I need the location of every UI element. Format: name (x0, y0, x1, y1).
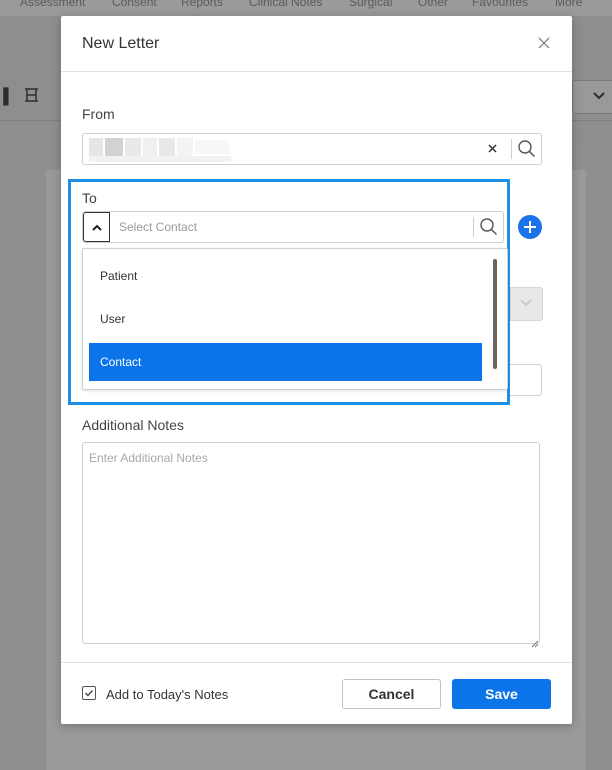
close-icon[interactable] (538, 34, 550, 52)
option-patient[interactable]: Patient (89, 257, 482, 295)
divider (511, 139, 512, 159)
background-select (572, 80, 612, 114)
chevron-down-icon (593, 87, 605, 103)
nav-item-reports: Reports (181, 0, 224, 9)
search-icon[interactable] (517, 139, 539, 159)
hidden-select-field[interactable] (510, 287, 543, 321)
additional-notes-textarea[interactable] (82, 442, 540, 644)
nav-item-other: Other (418, 0, 449, 9)
list-icon: ▐ (0, 88, 9, 105)
option-label: User (100, 312, 126, 326)
chevron-up-icon[interactable] (83, 212, 110, 242)
from-label: From (82, 106, 115, 122)
resize-grip-icon[interactable] (531, 635, 539, 648)
add-contact-button[interactable] (518, 215, 542, 239)
page-break-icon (24, 88, 39, 106)
dropdown-scrollbar[interactable] (493, 259, 497, 369)
background-nav-bar: Assessment Consent Reports Clinical Note… (0, 0, 612, 16)
contact-type-dropdown: Patient User Contact (82, 248, 508, 390)
clear-icon[interactable] (488, 140, 497, 156)
cancel-button[interactable]: Cancel (342, 679, 441, 709)
dialog-title: New Letter (82, 35, 160, 52)
search-icon[interactable] (479, 217, 501, 237)
dialog-footer: Add to Today's Notes Cancel Save (61, 662, 572, 725)
hidden-text-field[interactable] (510, 364, 542, 396)
option-label: Contact (100, 355, 142, 369)
save-button[interactable]: Save (452, 679, 551, 709)
chevron-down-icon (520, 296, 532, 310)
dialog-header: New Letter (61, 16, 572, 72)
checkbox-label: Add to Today's Notes (106, 687, 229, 702)
redacted-value (89, 138, 234, 162)
add-to-notes-checkbox[interactable] (82, 686, 96, 700)
from-field[interactable] (82, 133, 542, 165)
to-label: To (82, 190, 97, 206)
nav-item-consent: Consent (112, 0, 157, 9)
option-label: Patient (100, 269, 138, 283)
nav-item-surgical: Surgical (349, 0, 393, 9)
divider (473, 217, 474, 237)
nav-item-favourites: Favourites (472, 0, 529, 9)
nav-item-assessment: Assessment (20, 0, 86, 9)
option-user[interactable]: User (89, 300, 482, 338)
additional-notes-label: Additional Notes (82, 417, 184, 433)
select-contact-input[interactable] (113, 213, 475, 241)
option-contact[interactable]: Contact (89, 343, 482, 381)
nav-item-clinical-notes: Clinical Notes (249, 0, 323, 9)
to-combobox[interactable] (82, 211, 504, 243)
nav-item-more: More (555, 0, 583, 9)
new-letter-dialog: New Letter From To Select Contact Patien… (61, 16, 572, 724)
